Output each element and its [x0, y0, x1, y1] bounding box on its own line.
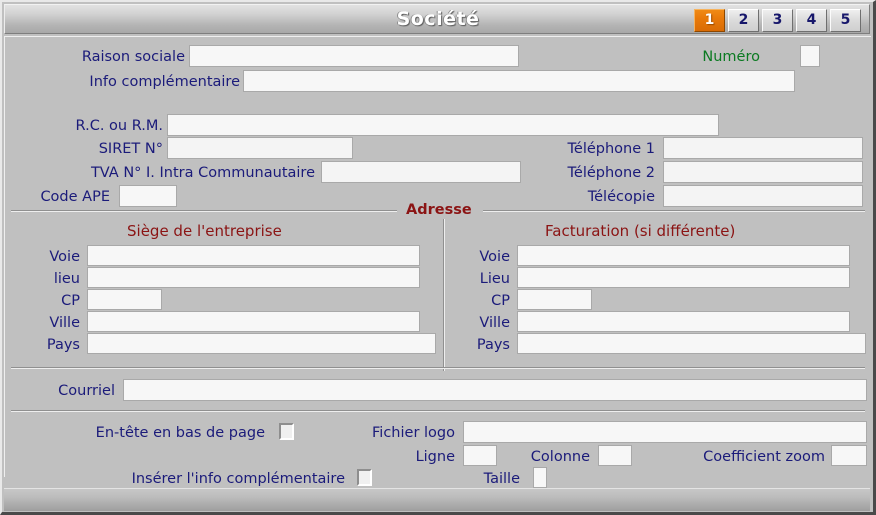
telephone1-input[interactable]: [663, 137, 863, 159]
telephone2-input[interactable]: [663, 161, 863, 183]
siege-ville-label: Ville: [49, 315, 80, 331]
inserer-info-label: Insérer l'info complémentaire: [131, 471, 345, 487]
rc-rm-label: R.C. ou R.M.: [75, 118, 163, 134]
facturation-voie-input[interactable]: [517, 245, 850, 266]
siege-title: Siège de l'entreprise: [127, 222, 282, 240]
tab-5[interactable]: 5: [830, 9, 861, 32]
telephone1-label: Téléphone 1: [567, 141, 655, 157]
entete-bas-page-checkbox[interactable]: [279, 423, 294, 440]
facturation-pays-input[interactable]: [517, 333, 866, 354]
siege-pays-input[interactable]: [87, 333, 436, 354]
siege-cp-input[interactable]: [87, 289, 162, 310]
facturation-pays-label: Pays: [476, 337, 510, 353]
fichier-logo-label: Fichier logo: [372, 425, 455, 441]
rc-rm-input[interactable]: [167, 114, 719, 136]
courriel-input[interactable]: [123, 379, 867, 401]
siege-lieu-input[interactable]: [87, 267, 420, 288]
siege-voie-input[interactable]: [87, 245, 420, 266]
facturation-cp-input[interactable]: [517, 289, 592, 310]
adresse-rule-left: [11, 210, 397, 212]
numero-label: Numéro: [702, 49, 760, 65]
telecopie-label: Télécopie: [587, 189, 655, 205]
siege-pays-label: Pays: [46, 337, 80, 353]
raison-sociale-input[interactable]: [189, 45, 519, 67]
fichier-logo-input[interactable]: [463, 421, 867, 443]
coefficient-zoom-label: Coefficient zoom: [703, 449, 825, 465]
siege-ville-input[interactable]: [87, 311, 420, 332]
inserer-info-checkbox[interactable]: [357, 469, 372, 486]
code-ape-label: Code APE: [40, 189, 110, 205]
taille-input[interactable]: [533, 467, 547, 488]
facturation-title: Facturation (si différente): [545, 222, 736, 240]
tab-strip: 1 2 3 4 5: [692, 7, 863, 34]
tab-2[interactable]: 2: [728, 9, 759, 32]
colonne-label: Colonne: [530, 449, 590, 465]
facturation-lieu-input[interactable]: [517, 267, 850, 288]
taille-label: Taille: [483, 471, 520, 487]
courriel-divider-top: [11, 367, 865, 369]
info-complementaire-label: Info complémentaire: [89, 74, 240, 90]
siret-input[interactable]: [167, 137, 353, 159]
courriel-divider-bottom: [11, 410, 865, 412]
siege-lieu-label: lieu: [53, 271, 80, 287]
facturation-ville-input[interactable]: [517, 311, 850, 332]
title-bar: Société 1 2 3 4 5: [4, 4, 870, 34]
siege-cp-label: CP: [61, 293, 80, 309]
form-panel: Raison sociale Numéro Info complémentair…: [4, 36, 871, 488]
tva-label: TVA N° I. Intra Communautaire: [90, 165, 315, 181]
siege-voie-label: Voie: [49, 249, 80, 265]
status-bar: [4, 488, 870, 511]
facturation-ville-label: Ville: [479, 315, 510, 331]
facturation-lieu-label: Lieu: [479, 271, 510, 287]
entete-bas-page-label: En-tête en bas de page: [95, 425, 265, 441]
code-ape-input[interactable]: [119, 185, 177, 207]
ligne-label: Ligne: [415, 449, 455, 465]
numero-input[interactable]: [800, 45, 820, 67]
tab-4[interactable]: 4: [796, 9, 827, 32]
societe-window: Société 1 2 3 4 5 Raison sociale Numéro …: [0, 0, 876, 515]
info-complementaire-input[interactable]: [243, 70, 795, 92]
tab-3[interactable]: 3: [762, 9, 793, 32]
adresse-legend: Adresse: [399, 202, 479, 218]
tab-1[interactable]: 1: [694, 9, 725, 32]
courriel-label: Courriel: [58, 383, 115, 399]
telephone2-label: Téléphone 2: [567, 165, 655, 181]
colonne-input[interactable]: [598, 445, 632, 466]
facturation-cp-label: CP: [491, 293, 510, 309]
coefficient-zoom-input[interactable]: [831, 445, 867, 466]
raison-sociale-label: Raison sociale: [81, 49, 185, 65]
siret-label: SIRET N°: [98, 141, 163, 157]
adresse-rule-right: [483, 210, 865, 212]
telecopie-input[interactable]: [663, 185, 863, 207]
facturation-voie-label: Voie: [479, 249, 510, 265]
